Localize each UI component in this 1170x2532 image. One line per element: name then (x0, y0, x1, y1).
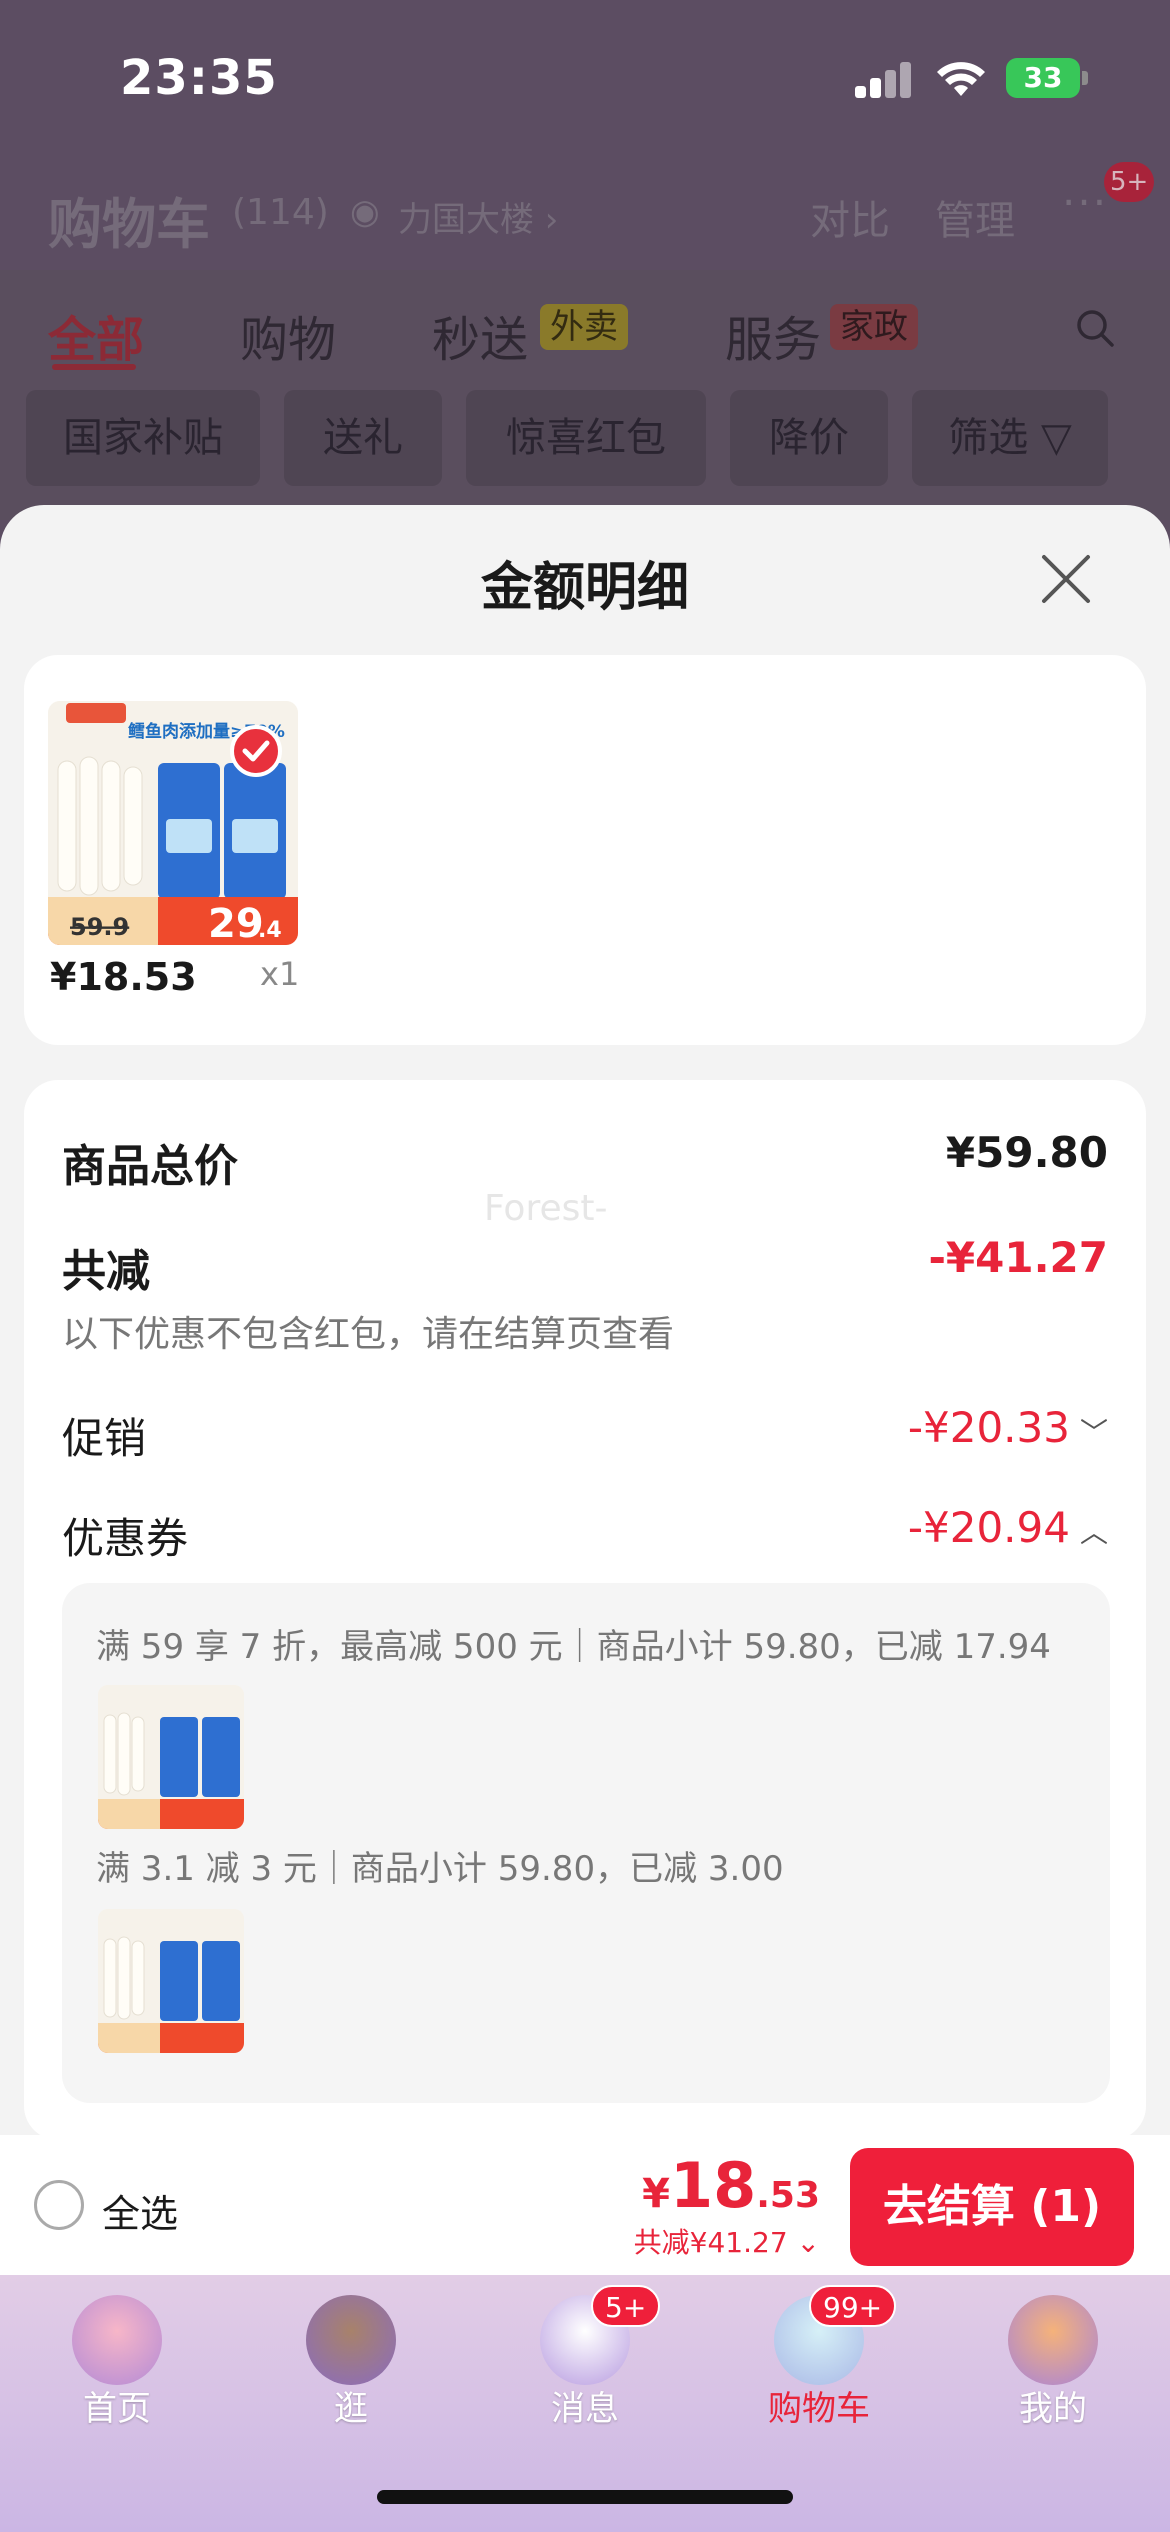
product-old-price: 59.9 (70, 913, 129, 941)
home-icon (72, 2295, 162, 2385)
promotion-value: -¥20.33 (907, 1403, 1070, 1452)
total-saved-toggle[interactable]: 共减¥41.27 ⌄ (634, 2221, 820, 2261)
select-all-label[interactable]: 全选 (102, 2183, 178, 2238)
reduction-value: -¥41.27 (928, 1233, 1108, 1282)
housekeeping-tag: 家政 (830, 304, 918, 350)
product-promo-price: 29 (208, 901, 264, 945)
more-badge: 5+ (1104, 162, 1155, 202)
coupon-row[interactable]: -¥20.94 ︿ (908, 1503, 1108, 1552)
product-price: ¥18.53 (50, 955, 197, 999)
chevron-up-icon: ︿ (1079, 1515, 1108, 1549)
coupon-detail-box: 满 59 享 7 折，最高减 500 元｜商品小计 59.80，已减 17.94… (62, 1583, 1110, 2103)
battery-cap (1082, 71, 1088, 85)
more-options-icon[interactable]: ··· (1062, 178, 1108, 227)
manage-button[interactable]: 管理 (935, 188, 1015, 246)
battery-icon: 33 (1006, 58, 1088, 98)
profile-icon (1008, 2295, 1098, 2385)
coupon-item-image (98, 1909, 244, 2053)
browse-icon (306, 2295, 396, 2385)
reduction-note: 以下优惠不包含红包，请在结算页查看 (62, 1314, 675, 1355)
tabbar-label: 逛 (334, 2389, 368, 2429)
watermark: Forest- (484, 1188, 608, 1229)
cart-title: 购物车 (48, 193, 210, 256)
selected-check-icon[interactable] (230, 725, 282, 777)
price-breakdown-card: 商品总价 ¥59.80 Forest- 共减 -¥41.27 以下优惠不包含红包… (24, 1080, 1146, 2140)
tabbar-browse[interactable]: 逛 (261, 2285, 441, 2429)
chip-national-subsidy[interactable]: 国家补贴 (26, 390, 260, 486)
tabbar-home[interactable]: 首页 (27, 2285, 207, 2429)
chip-price-drop[interactable]: 降价 (730, 390, 888, 486)
product-quantity: x1 (260, 955, 300, 993)
compare-button[interactable]: 对比 (810, 188, 890, 246)
product-promo-price-dec: .4 (258, 918, 282, 943)
select-all-checkbox[interactable] (34, 2180, 84, 2230)
tab-all[interactable]: 全部 (48, 300, 144, 370)
tab-express[interactable]: 秒送 (432, 300, 528, 370)
total-integer: 18 (669, 2149, 757, 2222)
eye-location-icon: ◉ (350, 192, 380, 232)
chip-filter[interactable]: 筛选 ▽ (912, 390, 1108, 486)
close-icon[interactable] (1038, 551, 1094, 607)
chip-red-packet[interactable]: 惊喜红包 (466, 390, 706, 486)
tabbar-label: 购物车 (768, 2389, 870, 2429)
tabbar-label: 我的 (1019, 2389, 1087, 2429)
checkout-total: ¥18.53 (642, 2149, 820, 2222)
status-bar: 23:35 33 (0, 0, 1170, 150)
status-time: 23:35 (120, 50, 278, 106)
checkout-bar: 全选 ¥18.53 共减¥41.27 ⌄ 去结算 (1) (0, 2135, 1170, 2275)
tabbar-cart[interactable]: 99+ 购物车 (729, 2285, 909, 2429)
coupon-item-image-art (98, 1909, 244, 2053)
delivery-location[interactable]: 力国大楼 › (398, 192, 558, 241)
chip-gift[interactable]: 送礼 (284, 390, 442, 486)
coupon-item-desc: 满 59 享 7 折，最高减 500 元｜商品小计 59.80，已减 17.94 (96, 1627, 1051, 1667)
tabbar-messages[interactable]: 5+ 消息 (495, 2285, 675, 2429)
chevron-down-icon: ﹀ (1079, 1415, 1108, 1449)
coupon-item-desc: 满 3.1 减 3 元｜商品小计 59.80，已减 3.00 (96, 1849, 784, 1889)
coupon-label: 优惠券 (62, 1514, 189, 1563)
coupon-item-image-art (98, 1685, 244, 1829)
messages-badge: 5+ (591, 2285, 661, 2327)
tab-active-indicator (52, 364, 136, 370)
total-decimal: .53 (756, 2175, 820, 2216)
total-price-label: 商品总价 (62, 1141, 238, 1192)
tab-service[interactable]: 服务 (725, 300, 821, 370)
tab-shopping[interactable]: 购物 (240, 300, 336, 370)
sheet-title: 金额明细 (480, 558, 689, 618)
tabbar-profile[interactable]: 我的 (963, 2285, 1143, 2429)
cart-tabs-area: 全部 购物 秒送 外卖 服务 家政 国家补贴 送礼 惊喜红包 降价 筛选 ▽ (0, 270, 1170, 520)
tabbar-label: 首页 (83, 2389, 151, 2429)
battery-level: 33 (1006, 58, 1080, 98)
checkout-button[interactable]: 去结算 (1) (850, 2148, 1134, 2266)
wifi-icon (937, 62, 985, 96)
cellular-signal-icon (855, 62, 913, 98)
promotion-row[interactable]: -¥20.33 ﹀ (908, 1403, 1108, 1452)
cart-count: (114) (232, 192, 329, 233)
coupon-item-image (98, 1685, 244, 1829)
cart-header: 购物车 (114) ◉ 力国大楼 › 对比 管理 ··· 5+ (0, 150, 1170, 270)
promotion-label: 促销 (62, 1414, 147, 1463)
search-icon[interactable] (1075, 308, 1115, 348)
cart-badge: 99+ (809, 2285, 897, 2327)
coupon-value: -¥20.94 (907, 1503, 1070, 1552)
total-price-value: ¥59.80 (945, 1128, 1108, 1177)
product-card: 鳕鱼肉添加量≥70% 59.9 29 .4 ¥18.53 x1 (24, 655, 1146, 1045)
reduction-label: 共减 (62, 1246, 150, 1297)
amount-detail-sheet: 金额明细 鳕鱼肉添加量≥70% 59.9 29 .4 ¥18.53 x1 商品总… (0, 505, 1170, 2140)
tabbar-label: 消息 (551, 2389, 619, 2429)
home-indicator (377, 2490, 793, 2504)
currency-symbol: ¥ (642, 2171, 670, 2217)
takeout-tag: 外卖 (540, 304, 628, 350)
